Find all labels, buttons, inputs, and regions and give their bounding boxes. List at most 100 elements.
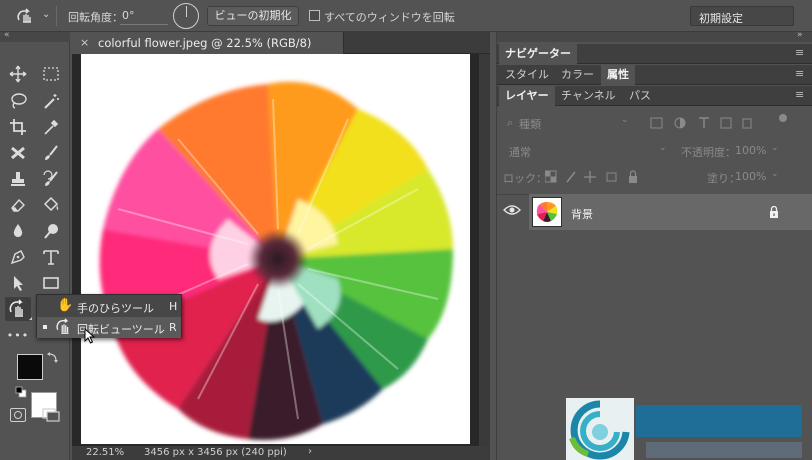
properties-tab-bar: スタイル カラー 属性 ≡ [497, 65, 812, 85]
tab-properties[interactable]: 属性 [601, 65, 635, 85]
separator [56, 6, 57, 26]
zoom-level[interactable]: 22.51% [86, 447, 124, 458]
magic-wand-tool-icon[interactable] [38, 89, 64, 113]
selected-marker [43, 325, 47, 329]
healing-brush-tool-icon[interactable] [5, 141, 31, 165]
clone-stamp-tool-icon[interactable] [5, 167, 31, 191]
quick-mask-icon[interactable] [10, 408, 26, 422]
layer-thumbnail [532, 197, 562, 227]
tab-navigator[interactable]: ナビゲーター [499, 44, 577, 64]
rotate-view-tool-menu-item[interactable]: 回転ビューツール R [37, 317, 181, 338]
crop-tool-icon[interactable] [5, 115, 31, 139]
collapse-dock-icon[interactable]: » [797, 30, 803, 40]
layer-kind-filter-value: 種類 [519, 118, 541, 131]
tools-panel: « ••• [0, 30, 70, 460]
rotate-all-windows-label: すべてのウィンドウを回転 [324, 11, 455, 24]
status-bar: 22.51% 3456 px x 3456 px (240 ppi) › [72, 446, 490, 460]
foreground-color-swatch[interactable] [17, 354, 43, 380]
hand-tool-menu-item[interactable]: ✋ 手のひらツール H [37, 296, 181, 317]
pen-tool-icon[interactable] [5, 245, 31, 269]
eraser-tool-icon[interactable] [5, 193, 31, 217]
filter-toggle-icon[interactable] [779, 114, 787, 122]
lock-label: ロック： [503, 172, 547, 185]
paint-bucket-tool-icon[interactable] [38, 193, 64, 217]
chevron-down-icon: ⌄ [771, 169, 779, 179]
dock-header: » [497, 30, 812, 42]
blend-mode-select[interactable]: 通常 [509, 144, 531, 160]
watermark-banner-top [636, 405, 802, 437]
screen-mode-icon[interactable] [42, 408, 60, 422]
options-bar: ⌄ 回転角度： 0° ビューの初期化 すべてのウィンドウを回転 初期設定 [0, 0, 812, 32]
layer-name[interactable]: 背景 [571, 206, 593, 222]
tab-color[interactable]: カラー [555, 65, 600, 85]
rotate-view-tool-shortcut: R [169, 321, 177, 334]
rectangle-tool-icon[interactable] [38, 271, 64, 295]
visibility-eye-icon[interactable] [503, 204, 523, 218]
tab-channels[interactable]: チャンネル [555, 86, 622, 106]
toolbar-header: « [0, 30, 70, 42]
panel-menu-icon[interactable]: ≡ [795, 46, 804, 59]
lasso-tool-icon[interactable] [5, 89, 31, 113]
edit-toolbar-icon[interactable]: ••• [5, 323, 31, 347]
type-tool-icon[interactable] [38, 245, 64, 269]
history-brush-tool-icon[interactable] [38, 167, 64, 191]
rotate-view-icon [55, 318, 73, 336]
layer-filter-icons [649, 116, 779, 130]
watermark-banner-bottom [646, 442, 802, 458]
watermark-logo [566, 398, 634, 460]
swap-colors-icon[interactable] [47, 351, 59, 363]
flower-image [99, 81, 453, 440]
tool-group-indicator [29, 317, 32, 320]
rotation-angle-input[interactable]: 0° [122, 9, 135, 22]
tool-flyout-menu: ✋ 手のひらツール H 回転ビューツール R [36, 294, 182, 338]
hand-icon: ✋ [57, 298, 74, 313]
opacity-value[interactable]: 100% [735, 144, 766, 157]
document-tab-bar: × colorful flower.jpeg @ 22.5% (RGB/8) [72, 32, 490, 54]
panel-menu-icon[interactable]: ≡ [795, 67, 804, 80]
vertical-scrollbar[interactable] [479, 54, 490, 446]
lock-icons[interactable] [544, 170, 649, 184]
chevron-down-icon: ⌄ [659, 143, 667, 153]
tab-styles[interactable]: スタイル [499, 65, 555, 85]
eyedropper-tool-icon[interactable] [38, 115, 64, 139]
reset-view-button[interactable]: ビューの初期化 [207, 6, 299, 26]
marquee-tool-icon[interactable] [38, 62, 64, 86]
rotation-dial-needle [186, 6, 187, 17]
dodge-tool-icon[interactable] [38, 219, 64, 243]
lock-icon [769, 205, 779, 218]
search-icon: ⌕ [507, 116, 514, 129]
chevron-down-icon: ⌄ [621, 115, 629, 125]
workspace-select-value: 初期設定 [699, 12, 743, 25]
fill-value[interactable]: 100% [735, 170, 766, 183]
quick-mask-circle [14, 411, 22, 419]
document-tab[interactable]: × colorful flower.jpeg @ 22.5% (RGB/8) [72, 32, 344, 54]
rotate-view-tool-preset-icon[interactable] [14, 6, 40, 26]
document-tab-title: colorful flower.jpeg @ 22.5% (RGB/8) [98, 36, 312, 50]
hand-tool-label: 手のひらツール [77, 302, 154, 315]
close-tab-icon[interactable]: × [80, 36, 89, 49]
layer-kind-filter[interactable]: ⌕ 種類 ⌄ [505, 114, 631, 132]
navigator-tab-bar: ナビゲーター ≡ [497, 44, 812, 64]
collapse-toolbar-icon[interactable]: « [4, 30, 10, 40]
status-menu-arrow-icon[interactable]: › [308, 446, 312, 457]
chevron-down-icon[interactable]: ⌄ [42, 9, 50, 20]
rotate-view-tool-icon[interactable] [5, 297, 31, 321]
brush-tool-icon[interactable] [38, 141, 64, 165]
document-canvas[interactable] [81, 54, 470, 444]
move-tool-icon[interactable] [5, 62, 31, 86]
tab-paths[interactable]: パス [623, 86, 657, 106]
rotate-all-windows-checkbox[interactable] [309, 10, 320, 21]
blur-tool-icon[interactable] [5, 219, 31, 243]
path-selection-tool-icon[interactable] [5, 271, 31, 295]
layers-tab-bar: レイヤー チャンネル パス ≡ [497, 86, 812, 106]
tab-layers[interactable]: レイヤー [499, 86, 555, 106]
mouse-cursor-icon [84, 327, 96, 344]
workspace-select[interactable]: 初期設定 [690, 6, 794, 26]
panel-menu-icon[interactable]: ≡ [795, 88, 804, 101]
layer-row[interactable]: 背景 [529, 194, 812, 230]
default-colors-icon[interactable] [15, 386, 27, 398]
opacity-label: 不透明度： [681, 146, 736, 159]
hand-tool-shortcut: H [169, 300, 178, 313]
rotation-dial[interactable] [173, 3, 199, 29]
chevron-down-icon: ⌄ [771, 143, 779, 153]
